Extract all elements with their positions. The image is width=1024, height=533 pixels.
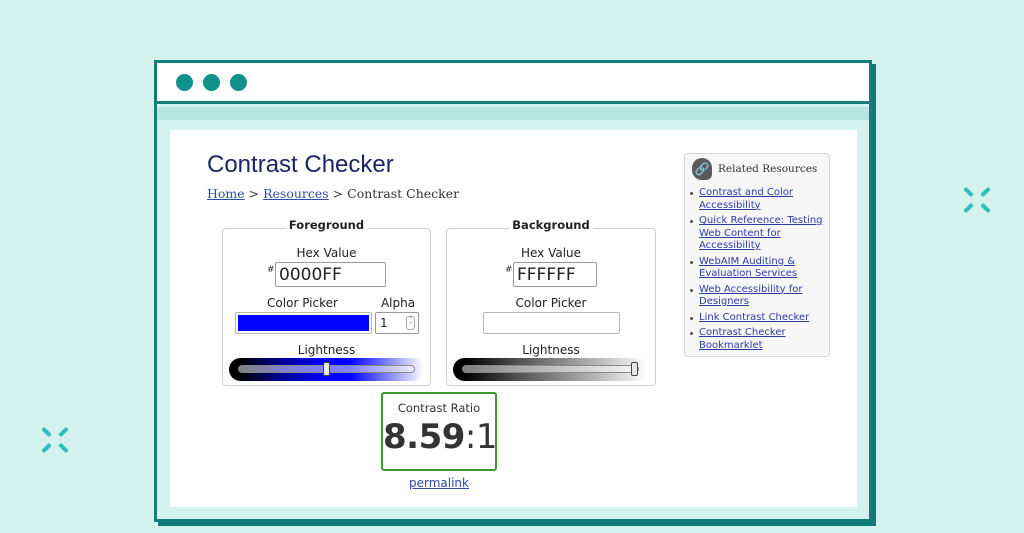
- background-hex-input[interactable]: FFFFFF: [513, 262, 597, 287]
- foreground-hex-label: Hex Value: [296, 246, 357, 260]
- window-titlebar: [157, 63, 869, 104]
- related-resources-panel: 🔗 Related Resources Contrast and Color A…: [684, 153, 830, 357]
- breadcrumb: Home > Resources > Contrast Checker: [207, 186, 459, 201]
- foreground-legend: Foreground: [223, 218, 430, 232]
- contrast-ratio-number: 8.59: [383, 417, 465, 457]
- background-legend: Background: [447, 218, 655, 232]
- breadcrumb-separator: >: [244, 186, 264, 201]
- foreground-color-picker[interactable]: [235, 312, 372, 334]
- background-hash-symbol: #: [505, 265, 513, 275]
- page-content: Contrast Checker Home > Resources > Cont…: [170, 130, 857, 507]
- list-item: Contrast and Color Accessibility: [685, 187, 823, 212]
- window-toolbar-strip: [157, 107, 869, 120]
- list-item: WebAIM Auditing & Evaluation Services: [685, 256, 823, 281]
- related-resources-title: Related Resources: [718, 163, 818, 175]
- list-item: Contrast Checker Bookmarklet: [685, 327, 823, 352]
- background-color-picker[interactable]: [483, 312, 620, 334]
- breadcrumb-resources-link[interactable]: Resources: [263, 186, 329, 201]
- foreground-alpha-input[interactable]: 1 ˄ ˅: [375, 312, 419, 334]
- breadcrumb-current: Contrast Checker: [347, 186, 460, 201]
- page-title: Contrast Checker: [207, 151, 394, 178]
- breadcrumb-separator: >: [328, 186, 348, 201]
- foreground-color-swatch: [238, 315, 369, 331]
- window-maximize-dot[interactable]: [230, 73, 247, 91]
- foreground-panel: Foreground Hex Value # 0000FF Color Pick…: [222, 218, 431, 386]
- foreground-color-picker-label: Color Picker: [267, 296, 338, 310]
- list-item: Quick Reference: Testing Web Content for…: [685, 215, 823, 253]
- foreground-hex-input[interactable]: 0000FF: [275, 262, 386, 287]
- permalink-link[interactable]: permalink: [381, 476, 497, 490]
- contrast-ratio-value: 8.59:1: [383, 417, 498, 457]
- foreground-lightness-slider[interactable]: [229, 358, 424, 381]
- contrast-ratio-separator: :: [464, 417, 476, 457]
- background-hex-label: Hex Value: [520, 246, 582, 260]
- foreground-alpha-value: 1: [380, 316, 388, 330]
- related-resources-header: 🔗 Related Resources: [692, 158, 817, 180]
- related-link-quick-reference[interactable]: Quick Reference: Testing Web Content for…: [699, 215, 823, 251]
- link-icon: 🔗: [692, 158, 712, 180]
- related-link-bookmarklet[interactable]: Contrast Checker Bookmarklet: [699, 327, 786, 351]
- background-panel: Background Hex Value # FFFFFF Color Pick…: [446, 218, 656, 386]
- background-lightness-label: Lightness: [522, 343, 580, 357]
- alpha-spinner-icon[interactable]: ˄ ˅: [406, 316, 415, 330]
- foreground-lightness-label: Lightness: [297, 343, 356, 357]
- related-link-link-contrast-checker[interactable]: Link Contrast Checker: [699, 312, 809, 323]
- foreground-alpha-label: Alpha: [380, 296, 416, 310]
- foreground-lightness-thumb[interactable]: [323, 362, 330, 376]
- contrast-ratio-box: Contrast Ratio 8.59:1: [381, 392, 498, 471]
- background-lightness-slider[interactable]: [453, 358, 648, 381]
- browser-window: Contrast Checker Home > Resources > Cont…: [154, 60, 872, 522]
- sparkle-decoration-right: [961, 184, 993, 216]
- breadcrumb-home-link[interactable]: Home: [207, 186, 245, 201]
- background-lightness-rail: [462, 365, 639, 373]
- background-color-swatch: [486, 315, 617, 331]
- foreground-hash-symbol: #: [267, 265, 275, 275]
- background-color-picker-label: Color Picker: [515, 296, 587, 310]
- contrast-ratio-label: Contrast Ratio: [397, 401, 481, 415]
- related-link-designers[interactable]: Web Accessibility for Designers: [699, 284, 802, 308]
- related-link-contrast-color[interactable]: Contrast and Color Accessibility: [699, 187, 793, 211]
- background-lightness-thumb[interactable]: [631, 362, 638, 376]
- list-item: Link Contrast Checker: [685, 312, 823, 325]
- window-minimize-dot[interactable]: [203, 73, 220, 91]
- window-close-dot[interactable]: [176, 73, 193, 91]
- sparkle-decoration-left: [39, 424, 71, 456]
- related-resources-list: Contrast and Color Accessibility Quick R…: [685, 187, 823, 355]
- list-item: Web Accessibility for Designers: [685, 284, 823, 309]
- related-link-auditing-services[interactable]: WebAIM Auditing & Evaluation Services: [699, 256, 797, 280]
- contrast-ratio-denominator: 1: [475, 417, 498, 457]
